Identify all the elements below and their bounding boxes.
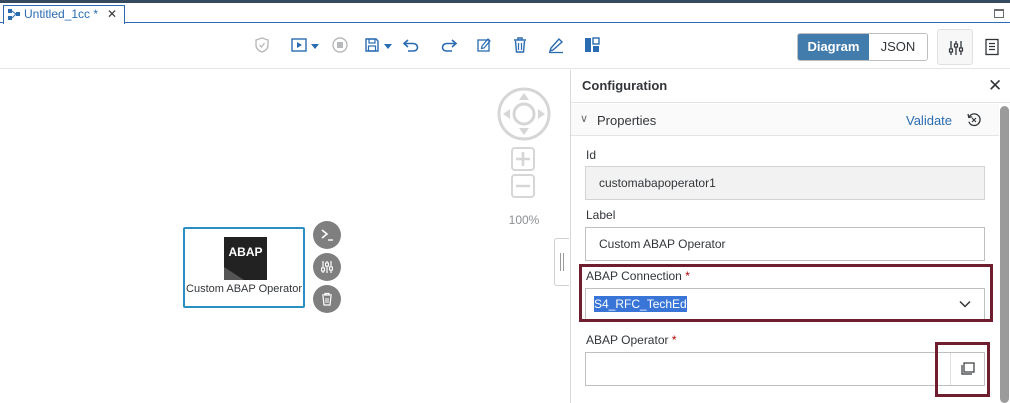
settings-icon xyxy=(948,41,964,55)
highlight-value-help xyxy=(935,342,990,397)
zoom-level: 100% xyxy=(508,213,540,227)
operator-node-label: Custom ABAP Operator xyxy=(186,283,302,295)
panel-scrollbar[interactable] xyxy=(1000,106,1009,403)
operator-node[interactable]: ABAP Custom ABAP Operator xyxy=(183,227,305,308)
label-label: Label xyxy=(586,208,616,222)
highlight-abap-connection xyxy=(579,264,993,322)
zoom-out-icon[interactable] xyxy=(511,174,535,198)
edit-icon[interactable] xyxy=(547,36,565,54)
configuration-panel: Configuration ✕ ∨ Properties Validate Id… xyxy=(570,70,1010,403)
view-toggle: Diagram JSON xyxy=(797,33,928,61)
reset-icon[interactable] xyxy=(965,111,983,129)
save-icon[interactable] xyxy=(363,36,381,54)
delete-node-button[interactable] xyxy=(313,285,341,313)
abap-operator-label: ABAP Operator * xyxy=(586,333,677,347)
graph-icon xyxy=(8,9,20,20)
close-icon[interactable]: ✕ xyxy=(988,76,1002,96)
abap-logo: ABAP xyxy=(224,237,267,280)
diagram-view-button[interactable]: Diagram xyxy=(798,34,869,60)
undo-icon[interactable] xyxy=(402,36,420,54)
open-terminal-button[interactable] xyxy=(313,221,341,249)
toolbar: Diagram JSON xyxy=(0,24,1010,69)
trash-icon xyxy=(322,292,332,306)
properties-section-title: Properties xyxy=(597,113,657,128)
graph-canvas[interactable]: 100% ABAP Custom ABAP Operator xyxy=(0,70,570,403)
layout-icon[interactable] xyxy=(583,36,601,54)
run-menu-caret[interactable] xyxy=(311,44,319,49)
redo-icon[interactable] xyxy=(440,36,458,54)
editor-tabstrip: Untitled_1cc * ✕ xyxy=(0,3,1010,24)
id-field[interactable]: customabapoperator1 xyxy=(585,166,985,200)
panel-splitter[interactable] xyxy=(554,238,569,286)
validate-graph-icon[interactable] xyxy=(475,36,493,54)
delete-icon[interactable] xyxy=(511,36,529,54)
abap-logo-text: ABAP xyxy=(228,245,263,259)
shield-icon[interactable] xyxy=(253,36,271,54)
configuration-title: Configuration xyxy=(582,78,668,93)
scrollbar-thumb[interactable] xyxy=(1000,106,1009,403)
stop-icon[interactable] xyxy=(331,36,349,54)
save-menu-caret[interactable] xyxy=(384,44,392,49)
tab-untitled[interactable]: Untitled_1cc * ✕ xyxy=(3,5,125,24)
properties-section-header[interactable]: ∨ Properties Validate xyxy=(571,104,999,136)
chevron-down-icon[interactable]: ∨ xyxy=(580,112,588,125)
settings-icon xyxy=(321,261,333,273)
open-configuration-button[interactable] xyxy=(313,253,341,281)
abap-operator-label-text: ABAP Operator xyxy=(586,333,669,347)
document-icon[interactable] xyxy=(984,38,1000,56)
configuration-header: Configuration ✕ xyxy=(571,70,1010,103)
json-view-button[interactable]: JSON xyxy=(868,34,927,60)
label-field[interactable]: Custom ABAP Operator xyxy=(585,227,985,261)
tab-title: Untitled_1cc * xyxy=(24,7,99,21)
id-label: Id xyxy=(586,148,597,162)
abap-operator-field[interactable] xyxy=(585,352,985,386)
validate-link[interactable]: Validate xyxy=(906,113,952,128)
navigation-icon[interactable] xyxy=(497,87,551,141)
configuration-toggle-button[interactable] xyxy=(937,29,973,65)
required-marker: * xyxy=(671,333,677,347)
maximize-icon[interactable] xyxy=(994,9,1004,18)
terminal-icon xyxy=(321,229,333,241)
run-icon[interactable] xyxy=(290,36,308,54)
tab-close-icon[interactable]: ✕ xyxy=(107,6,117,23)
zoom-in-icon[interactable] xyxy=(511,147,535,171)
